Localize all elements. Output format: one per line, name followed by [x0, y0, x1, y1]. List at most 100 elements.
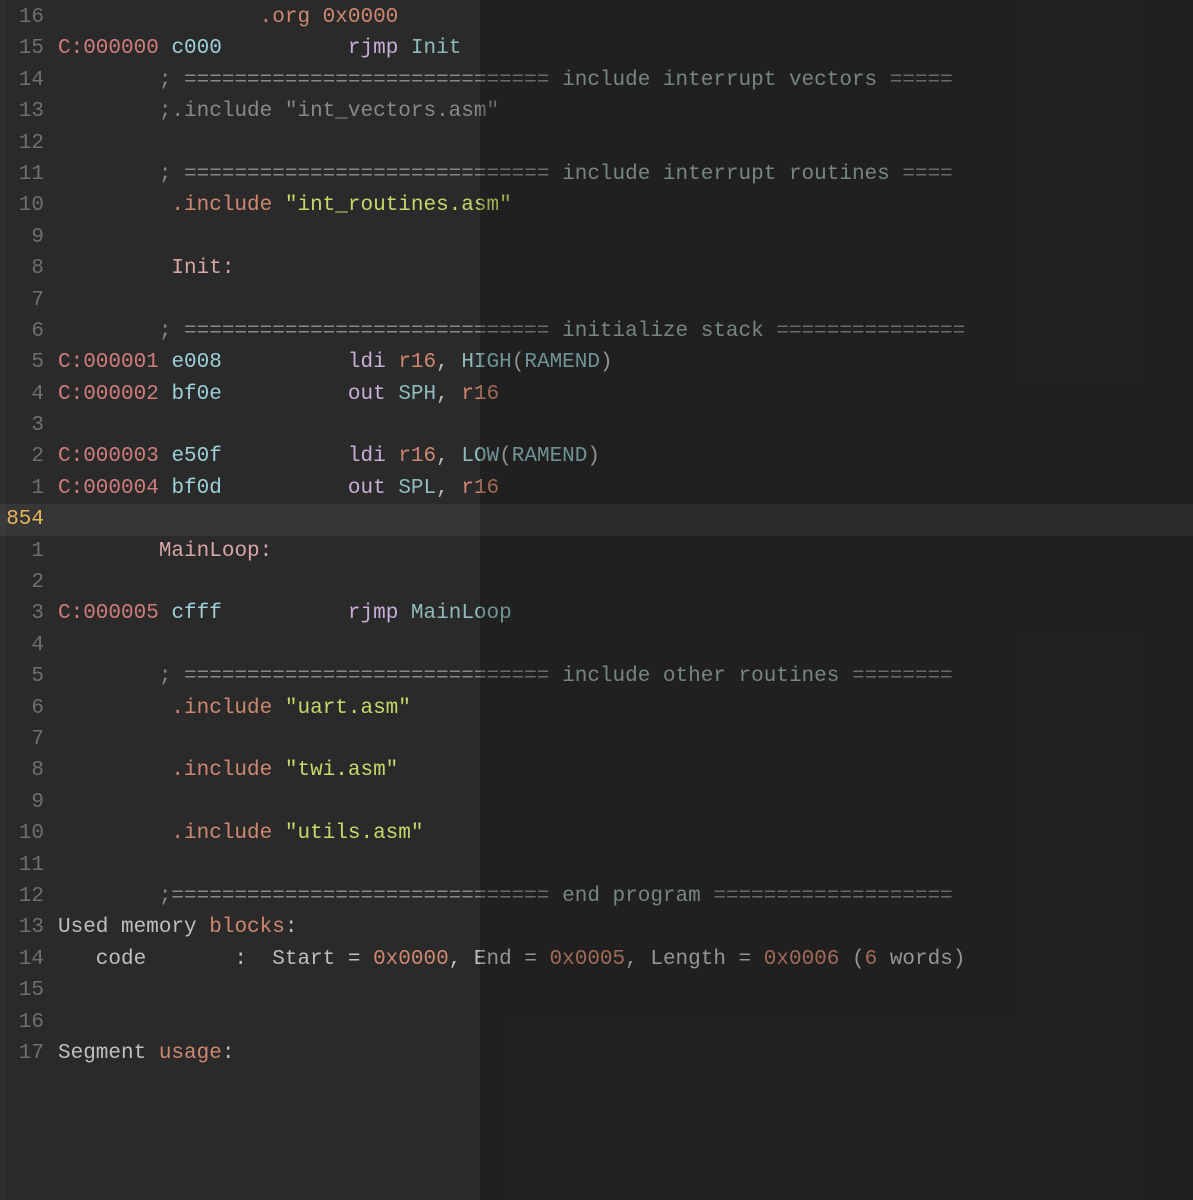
code-line[interactable]: 4 [0, 630, 1193, 661]
code-content[interactable] [58, 504, 1193, 535]
code-content[interactable]: .include "utils.asm" [58, 818, 1193, 849]
token-cmttxt: include interrupt vectors [562, 69, 877, 92]
code-line[interactable]: 16 .org 0x0000 [0, 2, 1193, 33]
token-ident: LOW [461, 445, 499, 468]
code-line[interactable]: 2 [0, 567, 1193, 598]
code-editor[interactable]: 16 .org 0x000015C:000000 c000 rjmp Init1… [0, 0, 1193, 1200]
token-plain [272, 697, 285, 720]
code-content[interactable]: MainLoop: [58, 536, 1193, 567]
code-content[interactable]: .include "int_routines.asm" [58, 190, 1193, 221]
code-content[interactable]: C:000003 e50f ldi r16, LOW(RAMEND) [58, 441, 1193, 472]
code-line[interactable]: 8 .include "twi.asm" [0, 755, 1193, 786]
line-number: 10 [0, 818, 58, 849]
token-plain [58, 163, 159, 186]
code-content[interactable] [58, 410, 1193, 441]
code-line[interactable]: 17Segment usage: [0, 1038, 1193, 1069]
code-content[interactable] [58, 850, 1193, 881]
token-punct: ( [512, 351, 525, 374]
code-content[interactable]: C:000005 cfff rjmp MainLoop [58, 598, 1193, 629]
code-line[interactable]: 3 [0, 410, 1193, 441]
code-content[interactable]: C:000002 bf0e out SPH, r16 [58, 379, 1193, 410]
code-line[interactable]: 11 [0, 850, 1193, 881]
code-content[interactable]: ; ============================= initiali… [58, 316, 1193, 347]
code-line[interactable]: 1C:000004 bf0d out SPL, r16 [0, 473, 1193, 504]
code-line[interactable]: 854 [0, 504, 1193, 535]
code-line[interactable]: 15C:000000 c000 rjmp Init [0, 33, 1193, 64]
code-line[interactable]: 4C:000002 bf0e out SPH, r16 [0, 379, 1193, 410]
code-line[interactable]: 16 [0, 1007, 1193, 1038]
code-content[interactable] [58, 128, 1193, 159]
token-dir: .include [171, 759, 272, 782]
code-line[interactable]: 5C:000001 e008 ldi r16, HIGH(RAMEND) [0, 347, 1193, 378]
code-content[interactable] [58, 285, 1193, 316]
line-number: 10 [0, 190, 58, 221]
code-line[interactable]: 1 MainLoop: [0, 536, 1193, 567]
code-line[interactable]: 10 .include "utils.asm" [0, 818, 1193, 849]
code-content[interactable] [58, 567, 1193, 598]
token-cmttxt: include interrupt routines [562, 163, 890, 186]
line-number: 9 [0, 787, 58, 818]
token-plain [386, 383, 399, 406]
code-content[interactable] [58, 1007, 1193, 1038]
token-ident: MainLoop [411, 602, 512, 625]
code-content[interactable]: ; ============================= include … [58, 661, 1193, 692]
code-line[interactable]: 12 [0, 128, 1193, 159]
code-content[interactable]: Segment usage: [58, 1038, 1193, 1069]
code-line[interactable]: 12 ;============================== end p… [0, 881, 1193, 912]
token-plain [550, 885, 563, 908]
code-line[interactable]: 11 ; ============================= inclu… [0, 159, 1193, 190]
code-content[interactable]: .include "twi.asm" [58, 755, 1193, 786]
token-num: r16 [398, 351, 436, 374]
code-content[interactable]: C:000004 bf0d out SPL, r16 [58, 473, 1193, 504]
code-content[interactable] [58, 724, 1193, 755]
code-line[interactable]: 8 Init: [0, 253, 1193, 284]
code-content[interactable]: ; ============================= include … [58, 159, 1193, 190]
code-line[interactable]: 3C:000005 cfff rjmp MainLoop [0, 598, 1193, 629]
line-number: 4 [0, 630, 58, 661]
code-line[interactable]: 7 [0, 285, 1193, 316]
token-hex: bf0d [171, 477, 221, 500]
token-kw: usage [159, 1042, 222, 1065]
code-content[interactable]: C:000000 c000 rjmp Init [58, 33, 1193, 64]
code-content[interactable]: C:000001 e008 ldi r16, HIGH(RAMEND) [58, 347, 1193, 378]
code-line[interactable]: 14 code : Start = 0x0000, End = 0x0005, … [0, 944, 1193, 975]
token-plain [159, 602, 172, 625]
code-content[interactable]: .include "uart.asm" [58, 693, 1193, 724]
code-content[interactable] [58, 630, 1193, 661]
token-plain [310, 6, 323, 29]
code-content[interactable]: Used memory blocks: [58, 912, 1193, 943]
code-line[interactable]: 5 ; ============================= includ… [0, 661, 1193, 692]
token-mnem: rjmp [348, 602, 398, 625]
code-content[interactable] [58, 222, 1193, 253]
code-content[interactable]: Init: [58, 253, 1193, 284]
code-line[interactable]: 10 .include "int_routines.asm" [0, 190, 1193, 221]
token-plain [58, 822, 171, 845]
code-line[interactable]: 7 [0, 724, 1193, 755]
code-content[interactable]: ;.include "int_vectors.asm" [58, 96, 1193, 127]
code-line[interactable]: 2C:000003 e50f ldi r16, LOW(RAMEND) [0, 441, 1193, 472]
token-plain [222, 477, 348, 500]
token-plain [550, 163, 563, 186]
token-cmt: ==== [902, 163, 952, 186]
code-content[interactable]: code : Start = 0x0000, End = 0x0005, Len… [58, 944, 1193, 975]
code-content[interactable]: .org 0x0000 [58, 2, 1193, 33]
code-line[interactable]: 14 ; ============================= inclu… [0, 65, 1193, 96]
code-line[interactable]: 13 ;.include "int_vectors.asm" [0, 96, 1193, 127]
code-line[interactable]: 15 [0, 975, 1193, 1006]
code-content[interactable] [58, 787, 1193, 818]
token-plain [550, 69, 563, 92]
token-num: 0x0006 [764, 948, 840, 971]
code-line[interactable]: 6 ; ============================= initia… [0, 316, 1193, 347]
token-plain [159, 445, 172, 468]
token-plain [839, 665, 852, 688]
code-line[interactable]: 9 [0, 222, 1193, 253]
code-content[interactable] [58, 975, 1193, 1006]
code-content[interactable]: ; ============================= include … [58, 65, 1193, 96]
code-line[interactable]: 9 [0, 787, 1193, 818]
line-number: 11 [0, 159, 58, 190]
token-label: MainLoop: [159, 540, 272, 563]
code-line[interactable]: 6 .include "uart.asm" [0, 693, 1193, 724]
code-line[interactable]: 13Used memory blocks: [0, 912, 1193, 943]
token-punct: ) [600, 351, 613, 374]
code-content[interactable]: ;============================== end prog… [58, 881, 1193, 912]
